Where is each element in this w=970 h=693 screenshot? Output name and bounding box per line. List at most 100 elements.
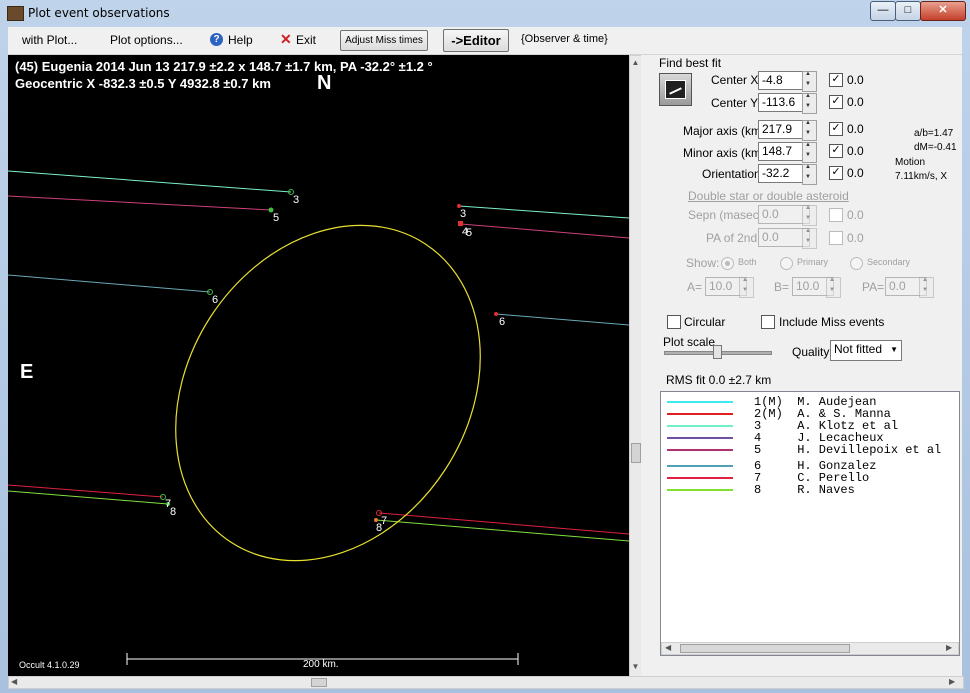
menu-with-plot[interactable]: with Plot...: [22, 33, 77, 47]
pa-spinner[interactable]: [919, 277, 934, 298]
minor-axis-label: Minor axis (km): [683, 146, 766, 160]
legend-line: [667, 425, 733, 427]
motion-value: 7.11km/s, X: [895, 171, 948, 182]
circular-label: Circular: [684, 315, 726, 329]
center-y-checkbox[interactable]: ✓: [829, 95, 843, 109]
app-icon: [7, 6, 24, 21]
show-label: Show:: [686, 256, 720, 270]
show-primary-label: Primary: [797, 257, 828, 267]
plot-title-line1: (45) Eugenia 2014 Jun 13 217.9 ±2.2 x 14…: [15, 59, 433, 74]
pa-2nd-label: PA of 2nd: [706, 231, 758, 245]
editor-button[interactable]: ->Editor: [443, 29, 509, 52]
legend-line: [667, 437, 733, 439]
menu-plot-options[interactable]: Plot options...: [110, 33, 183, 47]
orientation-checkbox[interactable]: ✓: [829, 166, 843, 180]
show-both-radio[interactable]: [721, 257, 734, 270]
menu-observer-time[interactable]: {Observer & time}: [521, 33, 608, 45]
exit-icon: ✕: [280, 31, 292, 47]
plot-scale-label: Plot scale: [663, 335, 716, 349]
chord-6-right: [495, 313, 629, 326]
a-label: A=: [687, 280, 703, 294]
chord-point: [494, 312, 498, 316]
plot-area[interactable]: 3 5 3 4 5 6 6 7 8 7 8 (45) Eugenia 2014 …: [8, 55, 629, 676]
scrollbar-thumb[interactable]: [631, 443, 641, 463]
a-spinner[interactable]: [739, 277, 754, 298]
chord-5-right: [460, 223, 629, 239]
center-x-spinner[interactable]: [802, 71, 817, 92]
ab-ratio: a/b=1.47: [914, 128, 954, 139]
find-best-fit-button[interactable]: [659, 73, 692, 106]
b-label: B=: [774, 280, 790, 294]
scroll-right-icon[interactable]: ▶: [949, 677, 955, 686]
scroll-up-icon[interactable]: ▲: [630, 58, 641, 67]
minor-axis-spinner[interactable]: [802, 142, 817, 163]
scroll-left-icon[interactable]: ◀: [11, 677, 17, 686]
motion-label: Motion: [895, 157, 926, 168]
help-icon: ?: [210, 33, 223, 46]
quality-value: Not fitted: [834, 342, 883, 356]
chord-3-left: [8, 170, 292, 193]
legend-text: 5 H. Devillepoix et al: [754, 443, 942, 457]
scrollbar-thumb[interactable]: [680, 644, 850, 653]
sepn-spinner[interactable]: [802, 205, 817, 226]
show-both-label: Both: [738, 257, 757, 267]
observers-legend[interactable]: 1(M) M. Audejean 2(M) A. & S. Manna 3 A.…: [660, 391, 960, 656]
show-secondary-radio[interactable]: [850, 257, 863, 270]
b-spinner[interactable]: [826, 277, 841, 298]
menu-exit[interactable]: Exit: [296, 33, 316, 47]
chord-label: 3: [293, 194, 299, 206]
window-title: Plot event observations: [28, 6, 170, 20]
sepn-checkbox[interactable]: [829, 208, 843, 222]
scroll-right-icon[interactable]: ▶: [946, 643, 952, 652]
minimize-button[interactable]: —: [870, 1, 896, 21]
pa-2nd-checkbox[interactable]: [829, 231, 843, 245]
plot-title-line2: Geocentric X -832.3 ±0.5 Y 4932.8 ±0.7 k…: [15, 76, 271, 91]
plot-scale-slider-thumb[interactable]: [713, 345, 722, 359]
delta-magnitude: dM=-0.41: [914, 142, 957, 153]
legend-row[interactable]: 5 H. Devillepoix et al: [661, 443, 959, 457]
pa-2nd-spinner[interactable]: [802, 228, 817, 249]
show-primary-radio[interactable]: [780, 257, 793, 270]
maximize-button[interactable]: □: [895, 1, 921, 21]
chord-label: 6: [212, 294, 218, 306]
center-y-spinner[interactable]: [802, 93, 817, 114]
legend-line: [667, 401, 733, 403]
rms-fit-label: RMS fit 0.0 ±2.7 km: [666, 373, 772, 387]
pa-2nd-residual: 0.0: [847, 231, 864, 245]
sepn-label: Sepn (masec): [688, 208, 763, 222]
chord-label: 8: [170, 506, 176, 518]
scroll-left-icon[interactable]: ◀: [665, 643, 671, 652]
legend-line: [667, 449, 733, 451]
quality-label: Quality: [792, 345, 830, 359]
major-axis-checkbox[interactable]: ✓: [829, 122, 843, 136]
major-axis-label: Major axis (km): [683, 124, 766, 138]
adjust-miss-times-button[interactable]: Adjust Miss times: [340, 30, 428, 51]
double-star-link[interactable]: Double star or double asteroid: [688, 189, 849, 203]
chord-8-left: [8, 490, 169, 505]
scrollbar-thumb[interactable]: [311, 678, 327, 687]
minor-axis-residual: 0.0: [847, 144, 864, 158]
plot-horizontal-scrollbar[interactable]: ◀ ▶: [8, 676, 964, 689]
center-x-residual: 0.0: [847, 73, 864, 87]
orientation-label: Orientation: [702, 167, 761, 181]
menu-help[interactable]: Help: [228, 33, 253, 47]
legend-line: [667, 489, 733, 491]
circular-checkbox[interactable]: [667, 315, 681, 329]
find-best-fit-label: Find best fit: [659, 56, 722, 70]
include-miss-checkbox[interactable]: [761, 315, 775, 329]
legend-line: [667, 465, 733, 467]
chord-7-left: [8, 484, 164, 498]
quality-dropdown[interactable]: Not fitted ▼: [830, 340, 902, 361]
major-axis-spinner[interactable]: [802, 120, 817, 141]
legend-scrollbar[interactable]: ◀ ▶: [661, 642, 959, 655]
scroll-down-icon[interactable]: ▼: [630, 662, 641, 671]
center-x-label: Center X: [711, 73, 759, 87]
legend-line: [667, 477, 733, 479]
center-x-checkbox[interactable]: ✓: [829, 73, 843, 87]
minor-axis-checkbox[interactable]: ✓: [829, 144, 843, 158]
close-button[interactable]: ✕: [920, 1, 966, 21]
legend-row[interactable]: 8 R. Naves: [661, 483, 959, 497]
include-miss-label: Include Miss events: [779, 315, 885, 329]
orientation-spinner[interactable]: [802, 164, 817, 185]
show-secondary-label: Secondary: [867, 257, 911, 267]
